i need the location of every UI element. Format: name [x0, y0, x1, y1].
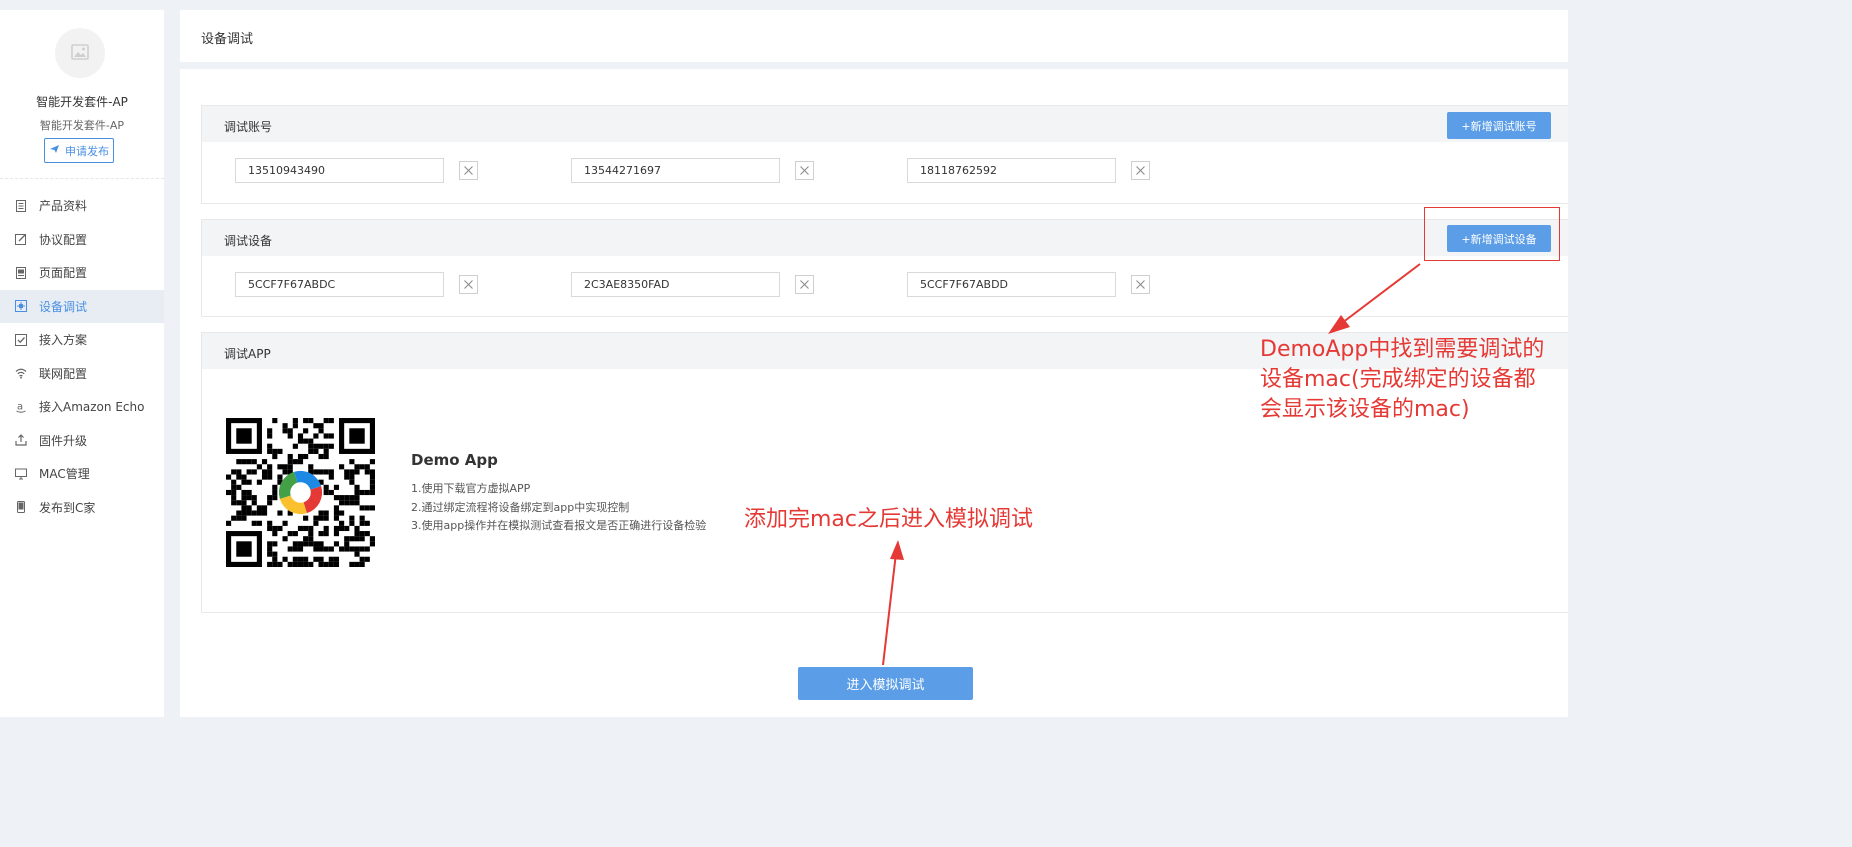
arrow-to-enter-button: [882, 540, 904, 666]
annotation-arrows: [882, 263, 1421, 666]
arrow-to-add-device: [1328, 263, 1421, 334]
